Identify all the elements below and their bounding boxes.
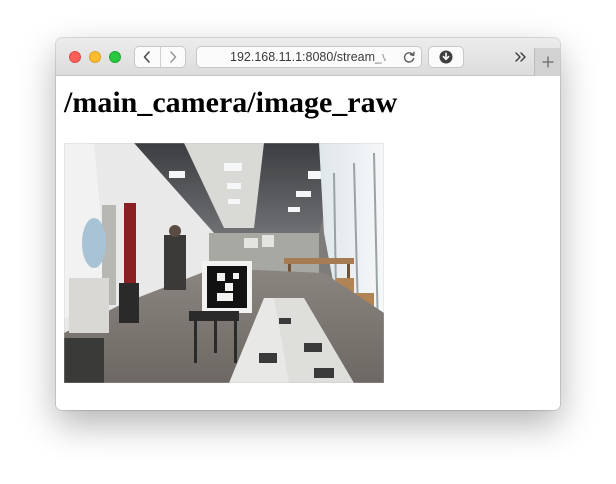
browser-toolbar: 192.168.11.1:8080/stream_viewer?topic=/m… bbox=[56, 38, 560, 76]
page-title: /main_camera/image_raw bbox=[64, 86, 398, 119]
url-fade bbox=[371, 47, 395, 67]
maximize-window-button[interactable] bbox=[109, 51, 121, 63]
close-window-button[interactable] bbox=[69, 51, 81, 63]
plus-icon bbox=[541, 56, 554, 68]
minimize-window-button[interactable] bbox=[89, 51, 101, 63]
navigation-buttons bbox=[134, 46, 186, 68]
reload-icon[interactable] bbox=[401, 49, 417, 65]
download-icon bbox=[439, 50, 453, 64]
toolbar-overflow-button[interactable] bbox=[511, 48, 531, 66]
camera-stream-image bbox=[64, 143, 384, 383]
back-button[interactable] bbox=[135, 47, 160, 67]
browser-window: 192.168.11.1:8080/stream_viewer?topic=/m… bbox=[56, 38, 560, 410]
forward-button[interactable] bbox=[159, 47, 186, 67]
page-content: /main_camera/image_raw bbox=[56, 76, 560, 410]
address-bar[interactable]: 192.168.11.1:8080/stream_viewer?topic=/m… bbox=[196, 46, 422, 68]
url-text[interactable]: 192.168.11.1:8080/stream_viewer?topic=/m… bbox=[230, 47, 386, 67]
downloads-button[interactable] bbox=[428, 46, 464, 68]
double-chevron-right-icon bbox=[515, 52, 526, 62]
chevron-left-icon bbox=[143, 51, 151, 63]
new-tab-button[interactable] bbox=[534, 48, 560, 76]
chevron-right-icon bbox=[169, 51, 177, 63]
